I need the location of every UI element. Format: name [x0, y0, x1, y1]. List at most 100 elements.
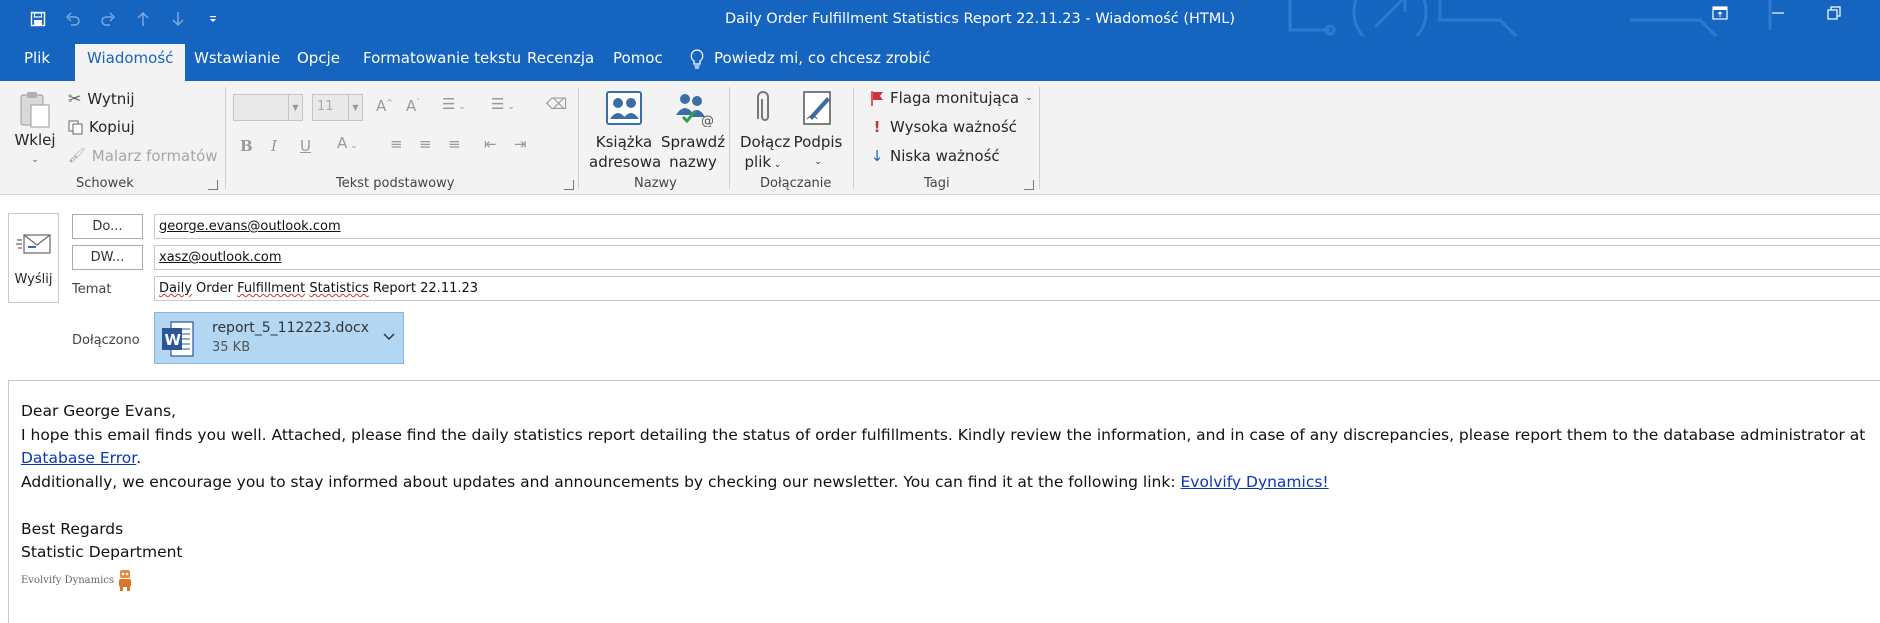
- arrow-down-icon[interactable]: [160, 8, 195, 30]
- message-body[interactable]: Dear George Evans, I hope this email fin…: [21, 400, 1871, 565]
- subject-field[interactable]: Daily Order Fulfillment Statistics Repor…: [154, 276, 1880, 301]
- restore-icon[interactable]: [1814, 6, 1854, 24]
- subject-word: Report: [372, 281, 416, 296]
- quick-access-toolbar: [20, 8, 230, 30]
- undo-icon[interactable]: [55, 8, 90, 30]
- paragraph-1: I hope this email finds you well. Attach…: [21, 424, 1871, 471]
- address-book-button[interactable]: Książka adresowa: [589, 89, 661, 172]
- check-names-label-2: nazwy: [669, 153, 717, 171]
- paragraph-2: Additionally, we encourage you to stay i…: [21, 471, 1871, 495]
- tell-me-text: Powiedz mi, co chcesz zrobić: [714, 49, 931, 67]
- paragraph-1-end: .: [136, 449, 142, 467]
- bold-icon[interactable]: B: [240, 137, 253, 155]
- paste-dropdown-icon[interactable]: ⌄: [12, 150, 58, 170]
- include-group-label: Dołączanie: [760, 176, 832, 191]
- font-size-combo[interactable]: 11 ▼: [312, 94, 363, 121]
- scissors-icon: ✂: [68, 89, 82, 108]
- svg-text:W: W: [165, 331, 182, 349]
- ribbon-tabs: Plik Wiadomość Wstawianie Opcje Formatow…: [0, 36, 1880, 81]
- follow-up-flag-button[interactable]: Flaga monitująca ⌄: [870, 89, 1033, 107]
- to-button[interactable]: Do...: [72, 214, 143, 239]
- align-center-icon[interactable]: ≡: [419, 135, 432, 153]
- to-recipient[interactable]: george.evans@outlook.com: [159, 219, 341, 234]
- attachment-card[interactable]: W report_5_112223.docx 35 KB: [154, 312, 404, 364]
- ribbon: Wklej ⌄ ✂ Wytnij Kopiuj 🖌 Malarz formató…: [0, 81, 1880, 195]
- company-logo: Evolvify Dynamics: [21, 568, 134, 592]
- tab-format-text[interactable]: Formatowanie tekstu: [351, 44, 533, 81]
- attach-file-label-1: Dołącz: [740, 133, 791, 151]
- underline-icon[interactable]: U: [300, 137, 311, 155]
- chevron-down-icon: ⌄: [1025, 93, 1033, 103]
- grow-font-icon[interactable]: A^: [376, 97, 393, 115]
- attach-file-button[interactable]: Dołącz plik ⌄: [740, 89, 791, 175]
- tell-me-box[interactable]: Powiedz mi, co chcesz zrobić: [690, 44, 931, 73]
- closing: Best Regards: [21, 519, 124, 538]
- low-importance-button[interactable]: ↓ Niska ważność: [870, 147, 1000, 165]
- font-size-value: 11: [317, 99, 334, 114]
- numbering-icon[interactable]: ☰ ⌄: [491, 95, 515, 113]
- svg-text:@: @: [701, 114, 713, 127]
- cc-field[interactable]: xasz@outlook.com: [154, 245, 1880, 270]
- greeting: Dear George Evans,: [21, 402, 176, 420]
- signature-dropdown-icon[interactable]: ⌄: [793, 152, 843, 172]
- robot-logo-icon: [119, 570, 132, 591]
- follow-up-flag-label: Flaga monitująca: [890, 89, 1020, 107]
- signature-label: Podpis: [793, 133, 843, 151]
- send-label: Wyślij: [14, 272, 53, 287]
- high-importance-button[interactable]: ! Wysoka ważność: [870, 118, 1017, 136]
- font-color-icon[interactable]: A ⌄: [337, 134, 358, 152]
- paste-button[interactable]: Wklej ⌄: [12, 89, 58, 170]
- paste-label: Wklej: [14, 131, 56, 149]
- send-button[interactable]: Wyślij: [8, 213, 59, 303]
- italic-icon[interactable]: I: [271, 137, 277, 155]
- ribbon-display-options-icon[interactable]: [1700, 6, 1740, 24]
- subject-word: Fulfillment: [237, 281, 306, 296]
- redo-icon[interactable]: [90, 8, 125, 30]
- align-left-icon[interactable]: ≡: [390, 135, 403, 153]
- paragraph-1-text: I hope this email finds you well. Attach…: [21, 425, 1866, 444]
- database-error-link[interactable]: Database Error: [21, 449, 136, 467]
- cut-button[interactable]: ✂ Wytnij: [68, 89, 135, 108]
- check-names-button[interactable]: @ Sprawdź nazwy: [661, 89, 725, 172]
- names-group-label: Nazwy: [634, 176, 677, 191]
- bullets-icon[interactable]: ☰ ⌄: [442, 95, 466, 113]
- word-doc-icon: W: [162, 321, 194, 357]
- decrease-indent-icon[interactable]: ⇤: [484, 135, 497, 153]
- cc-recipient[interactable]: xasz@outlook.com: [159, 250, 282, 265]
- minimize-icon[interactable]: [1758, 6, 1798, 24]
- signature-button[interactable]: Podpis ⌄: [793, 89, 843, 172]
- increase-indent-icon[interactable]: ⇥: [514, 135, 527, 153]
- clipboard-launcher-icon[interactable]: [208, 180, 218, 190]
- arrow-up-icon[interactable]: [125, 8, 160, 30]
- align-right-icon[interactable]: ≡: [448, 135, 461, 153]
- paragraph-2-text: Additionally, we encourage you to stay i…: [21, 472, 1181, 491]
- send-icon: [16, 234, 51, 254]
- to-field[interactable]: george.evans@outlook.com: [154, 214, 1880, 239]
- tab-message[interactable]: Wiadomość: [75, 44, 186, 81]
- attachment-name: report_5_112223.docx: [212, 320, 369, 336]
- tab-file[interactable]: Plik: [12, 44, 62, 81]
- tab-help[interactable]: Pomoc: [601, 44, 675, 81]
- font-name-combo[interactable]: ▼: [233, 94, 303, 121]
- attachment-size: 35 KB: [212, 340, 251, 355]
- tab-insert[interactable]: Wstawianie: [182, 44, 292, 81]
- department: Statistic Department: [21, 543, 183, 561]
- tab-options[interactable]: Opcje: [285, 44, 352, 81]
- chevron-down-icon[interactable]: [383, 330, 395, 346]
- subject-word: Statistics: [309, 281, 369, 296]
- shrink-font-icon[interactable]: Aˇ: [406, 97, 420, 115]
- clear-formatting-icon[interactable]: ⌫: [546, 95, 567, 113]
- copy-button[interactable]: Kopiuj: [68, 118, 135, 136]
- basic-text-launcher-icon[interactable]: [564, 180, 574, 190]
- save-icon[interactable]: [20, 8, 55, 30]
- newsletter-link[interactable]: Evolvify Dynamics!: [1180, 473, 1328, 491]
- tags-launcher-icon[interactable]: [1024, 180, 1034, 190]
- logo-text: Evolvify Dynamics: [21, 574, 115, 586]
- arrow-down-icon: ↓: [870, 147, 884, 165]
- cc-button[interactable]: DW...: [72, 245, 143, 270]
- subject-word: Order: [196, 281, 233, 296]
- format-painter-button[interactable]: 🖌 Malarz formatów: [68, 147, 218, 165]
- tab-review[interactable]: Recenzja: [515, 44, 606, 81]
- customize-icon[interactable]: [195, 8, 230, 30]
